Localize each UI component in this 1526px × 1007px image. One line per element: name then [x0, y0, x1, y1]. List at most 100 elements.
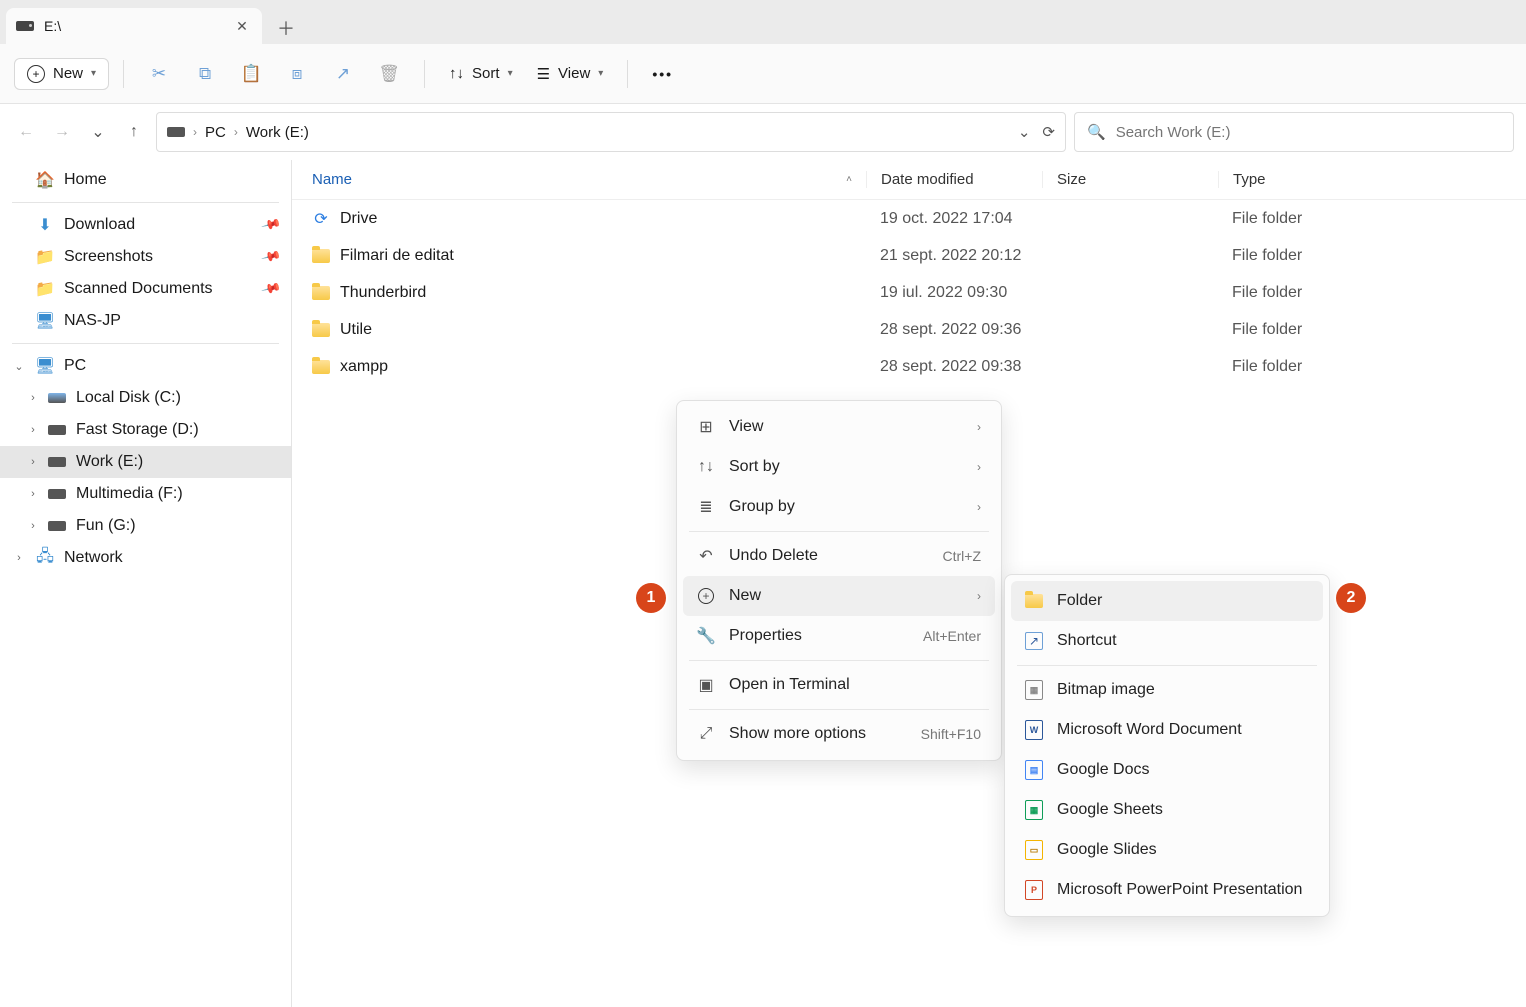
sidebar-item-drive-g[interactable]: › Fun (G:): [0, 510, 291, 542]
toolbar-separator: [424, 60, 425, 88]
up-button[interactable]: ↑: [120, 118, 148, 146]
menu-item-new[interactable]: + New ›: [683, 576, 995, 616]
folder-icon: [1025, 594, 1043, 608]
menu-item-sort-by[interactable]: ↑↓ Sort by ›: [683, 447, 995, 487]
file-pane[interactable]: Name ˄ Date modified Size Type ⟳Drive19 …: [292, 160, 1526, 1007]
breadcrumb-dropdown-icon[interactable]: ⌄: [1018, 123, 1031, 141]
sidebar-item-drive-e[interactable]: › Work (E:): [0, 446, 291, 478]
chevron-right-icon[interactable]: ›: [26, 520, 40, 532]
chevron-right-icon[interactable]: ›: [12, 552, 26, 564]
forward-button[interactable]: →: [48, 118, 76, 146]
close-tab-icon[interactable]: ✕: [232, 18, 252, 35]
submenu-item-slides[interactable]: ▭Google Slides: [1011, 830, 1323, 870]
tab-bar: E:\ ✕ ＋: [0, 0, 1526, 44]
recent-locations-button[interactable]: ⌄: [84, 118, 112, 146]
submenu-item-word[interactable]: WMicrosoft Word Document: [1011, 710, 1323, 750]
submenu-item-docs[interactable]: ▤Google Docs: [1011, 750, 1323, 790]
submenu-item-ppt[interactable]: PMicrosoft PowerPoint Presentation: [1011, 870, 1323, 910]
menu-item-view[interactable]: ⊞ View ›: [683, 407, 995, 447]
menu-separator: [1017, 665, 1317, 666]
submenu-item-label: Bitmap image: [1057, 681, 1155, 699]
chevron-down-icon[interactable]: ⌄: [12, 360, 26, 373]
table-row[interactable]: Thunderbird19 iul. 2022 09:30File folder: [292, 274, 1526, 311]
new-submenu: Folder↗Shortcut ▦Bitmap imageWMicrosoft W…: [1004, 574, 1330, 917]
new-button-label: New: [53, 65, 83, 82]
chevron-right-icon[interactable]: ›: [26, 424, 40, 436]
chevron-right-icon: ›: [234, 125, 238, 139]
menu-item-shortcut: Shift+F10: [921, 726, 981, 742]
chevron-right-icon[interactable]: ›: [26, 488, 40, 500]
column-header-date[interactable]: Date modified: [866, 171, 1042, 188]
breadcrumb-segment[interactable]: PC: [205, 124, 226, 141]
menu-item-label: Open in Terminal: [729, 676, 850, 694]
folder-icon: 📁: [36, 248, 54, 266]
tab-active[interactable]: E:\ ✕: [6, 8, 262, 44]
sidebar-item-nas[interactable]: 🖥 NAS-JP: [0, 305, 291, 337]
table-row[interactable]: ⟳Drive19 oct. 2022 17:04File folder: [292, 200, 1526, 237]
sidebar-item-screenshots[interactable]: 📁 Screenshots 📌: [0, 241, 291, 273]
undo-icon: ↶: [697, 546, 715, 566]
menu-item-terminal[interactable]: ▣ Open in Terminal: [683, 665, 995, 705]
sidebar-item-drive-c[interactable]: › Local Disk (C:): [0, 382, 291, 414]
sidebar-item-label: Fast Storage (D:): [76, 421, 199, 439]
submenu-item-label: Microsoft PowerPoint Presentation: [1057, 881, 1302, 899]
sidebar-item-label: Scanned Documents: [64, 280, 213, 298]
search-icon: 🔍: [1087, 123, 1106, 141]
cut-button[interactable]: ✂: [138, 56, 180, 92]
shortcut-icon: ↗: [1025, 632, 1043, 650]
search-box[interactable]: 🔍: [1074, 112, 1514, 152]
column-label: Size: [1057, 171, 1086, 188]
breadcrumb-segment[interactable]: Work (E:): [246, 124, 309, 141]
chevron-right-icon[interactable]: ›: [26, 392, 40, 404]
pc-icon: 🖥: [36, 357, 54, 375]
refresh-icon[interactable]: ⟳: [1042, 123, 1055, 141]
more-button[interactable]: •••: [642, 60, 683, 88]
search-input[interactable]: [1116, 124, 1501, 141]
new-button[interactable]: + New ▾: [14, 58, 109, 90]
table-row[interactable]: Utile28 sept. 2022 09:36File folder: [292, 311, 1526, 348]
menu-item-properties[interactable]: 🔧 Properties Alt+Enter: [683, 616, 995, 656]
sidebar-separator: [12, 202, 279, 203]
sort-button[interactable]: ↑↓ Sort ▾: [439, 59, 523, 88]
submenu-item-sheets[interactable]: ▦Google Sheets: [1011, 790, 1323, 830]
sidebar-item-scanned[interactable]: 📁 Scanned Documents 📌: [0, 273, 291, 305]
file-name: Thunderbird: [340, 284, 426, 302]
delete-button[interactable]: 🗑: [368, 56, 410, 92]
submenu-item-label: Microsoft Word Document: [1057, 721, 1242, 739]
view-button[interactable]: ☰ View ▾: [527, 59, 614, 89]
back-button[interactable]: ←: [12, 118, 40, 146]
table-row[interactable]: xampp28 sept. 2022 09:38File folder: [292, 348, 1526, 385]
submenu-item-bmp[interactable]: ▦Bitmap image: [1011, 670, 1323, 710]
table-row[interactable]: Filmari de editat21 sept. 2022 20:12File…: [292, 237, 1526, 274]
sort-asc-icon: ˄: [846, 174, 852, 185]
sidebar-item-network[interactable]: › 🖧 Network: [0, 542, 291, 574]
sidebar-item-drive-d[interactable]: › Fast Storage (D:): [0, 414, 291, 446]
column-header-name[interactable]: Name ˄: [292, 171, 866, 188]
network-icon: 🖧: [36, 549, 54, 567]
new-tab-button[interactable]: ＋: [270, 12, 302, 44]
drive-sync-icon: ⟳: [312, 210, 330, 228]
file-type: File folder: [1218, 321, 1526, 339]
nav-row: ← → ⌄ ↑ › PC › Work (E:) ⌄ ⟳ 🔍: [0, 104, 1526, 160]
sidebar-item-label: Network: [64, 549, 123, 567]
paste-button[interactable]: 📋: [230, 56, 272, 92]
submenu-item-folder[interactable]: Folder: [1011, 581, 1323, 621]
drive-icon: [16, 21, 34, 31]
column-header-size[interactable]: Size: [1042, 171, 1218, 188]
share-button[interactable]: ↗: [322, 56, 364, 92]
chevron-right-icon[interactable]: ›: [26, 456, 40, 468]
sidebar-item-drive-f[interactable]: › Multimedia (F:): [0, 478, 291, 510]
menu-item-group-by[interactable]: ≣ Group by ›: [683, 487, 995, 527]
menu-item-undo[interactable]: ↶ Undo Delete Ctrl+Z: [683, 536, 995, 576]
drive-icon: [48, 489, 66, 499]
sidebar-item-pc[interactable]: ⌄ 🖥 PC: [0, 350, 291, 382]
sort-label: Sort: [472, 65, 500, 82]
breadcrumb[interactable]: › PC › Work (E:) ⌄ ⟳: [156, 112, 1066, 152]
copy-button[interactable]: ⧉: [184, 56, 226, 92]
submenu-item-shortcut[interactable]: ↗Shortcut: [1011, 621, 1323, 661]
sidebar-home[interactable]: 🏠 Home: [0, 164, 291, 196]
column-header-type[interactable]: Type: [1218, 171, 1526, 188]
menu-item-more[interactable]: ⤢ Show more options Shift+F10: [683, 714, 995, 754]
sidebar-item-download[interactable]: ⬇ Download 📌: [0, 209, 291, 241]
rename-button[interactable]: ⧈: [276, 56, 318, 92]
